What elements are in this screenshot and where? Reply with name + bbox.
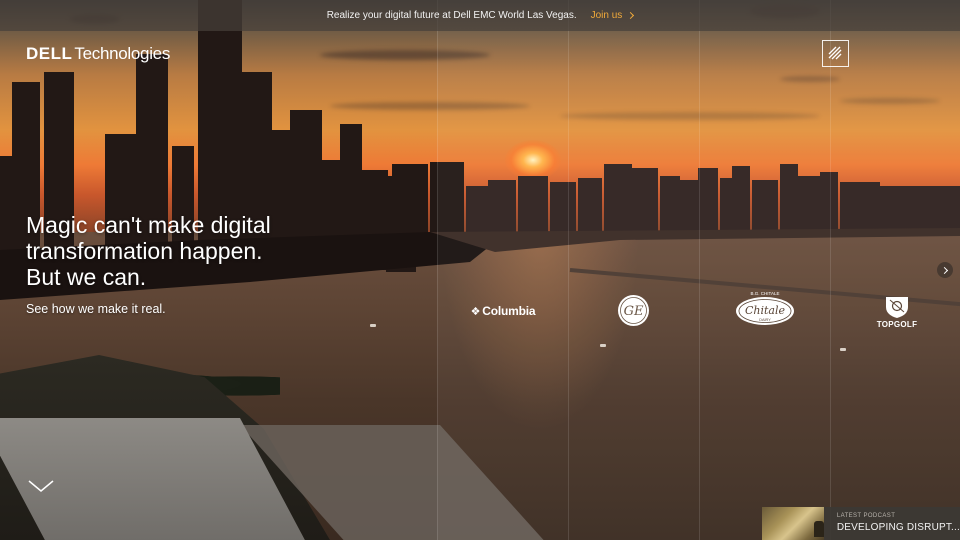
hamburger-diagonal-icon [828,46,842,60]
see-how-link[interactable]: See how we make it real. [26,302,166,316]
logo-brand: DELL [26,44,73,63]
chitale-script-text: Chitale [745,304,786,317]
chevron-right-icon [940,266,948,274]
logo-suffix: Technologies [74,44,171,63]
chitale-top-text: B.G. CHITALE [751,291,780,296]
scroll-down-button[interactable] [28,478,54,494]
chitale-dairy-logo[interactable]: B.G. CHITALE Chitale DAIRY [734,290,796,328]
chevron-down-icon [28,480,54,492]
topgolf-shield-icon [886,297,908,318]
svg-text:GE: GE [624,304,644,319]
promo-message: Realize your digital future at Dell EMC … [326,10,577,21]
panel-divider [830,0,831,540]
promo-banner: Realize your digital future at Dell EMC … [0,0,960,31]
columbia-logo[interactable]: ❖ Columbia [466,302,540,320]
join-us-link[interactable]: Join us [590,10,635,21]
hero-headline: Magic can't make digital transformation … [26,212,326,290]
panel-divider [568,0,569,540]
hero-headline-line: Magic can't make digital [26,212,271,238]
dell-technologies-logo[interactable]: DELL Technologies [26,44,170,64]
latest-podcast-card[interactable]: LATEST PODCAST DEVELOPING DISRUPT... [762,507,960,540]
podcast-kicker: LATEST PODCAST [836,513,896,519]
topgolf-logo[interactable]: TOPGOLF [872,294,922,330]
hero-headline-line: But we can. [26,264,147,290]
chitale-badge-icon: B.G. CHITALE Chitale DAIRY [736,291,794,325]
chevron-right-icon [627,11,635,20]
columbia-wordmark: Columbia [482,304,536,318]
columbia-diamond-icon: ❖ [470,305,481,318]
boat [370,324,376,327]
panel-divider [437,0,438,540]
join-us-label: Join us [590,10,623,21]
topgolf-wordmark: TOPGOLF [876,320,918,329]
podcast-title: DEVELOPING DISRUPT... [836,522,960,533]
podcast-thumbnail [762,507,824,540]
panel-divider [699,0,700,540]
chitale-bottom-text: DAIRY [759,318,771,322]
ge-logo[interactable]: GE [617,294,650,327]
ge-monogram-icon: GE [618,295,649,326]
menu-button[interactable] [822,40,849,67]
hero-headline-line: transformation happen. [26,238,263,264]
carousel-next-button[interactable] [937,262,953,278]
